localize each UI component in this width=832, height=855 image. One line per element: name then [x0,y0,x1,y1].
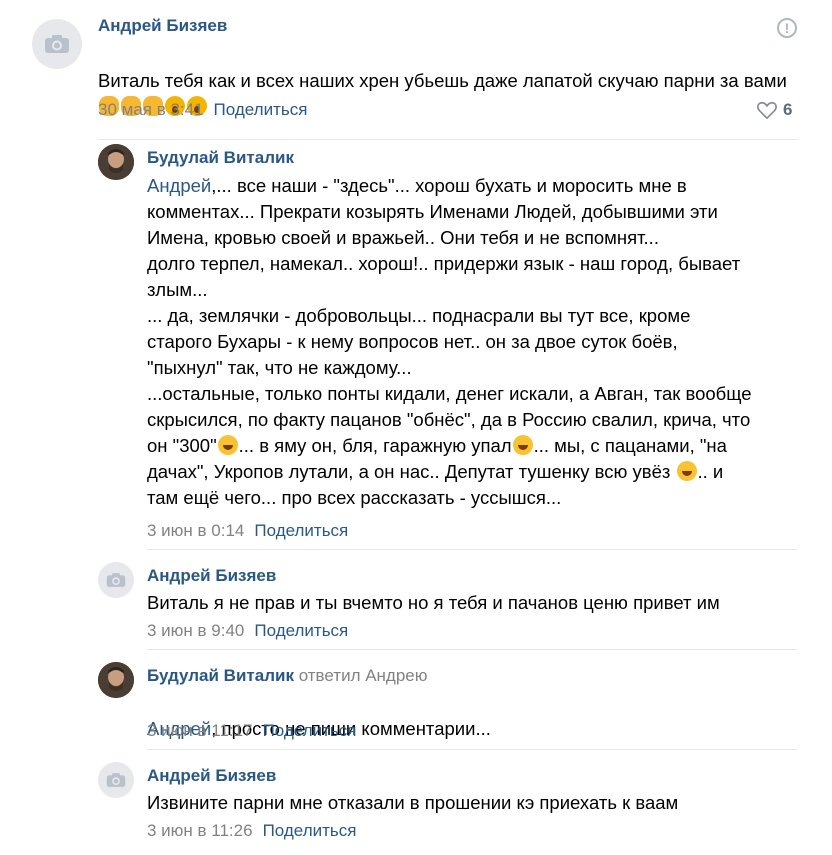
divider [147,749,797,750]
heart-icon [757,101,777,120]
comment-meta: 3 июн в 9:40 Поделиться [147,621,348,641]
share-button[interactable]: Поделиться [263,821,357,840]
camera-icon [45,35,69,53]
comment-text: Андрей,... все наши - "здесь"... хорош б… [147,175,752,508]
reply-to-link[interactable]: ответил Андрею [299,666,428,685]
avatar[interactable] [32,19,82,69]
user-photo-icon [98,144,134,180]
share-button[interactable]: Поделиться [254,521,348,540]
comment-author: Будулай Виталик ответил Андрею [147,666,428,686]
comment-date[interactable]: 30 мая в 3:41 [98,100,204,119]
like-button[interactable]: 6 [757,100,792,120]
comment-meta: 3 июн в 0:14 Поделиться [147,521,348,541]
user-photo-icon [98,662,134,698]
comment-date[interactable]: 3 июн в 0:14 [147,521,244,540]
comment-meta: 3 июн в 11:17 Поделиться [147,721,356,741]
camera-icon [106,573,126,587]
rofl-emoji-icon [676,461,697,481]
camera-icon [106,773,126,787]
share-button[interactable]: Поделиться [263,721,357,740]
divider [147,649,797,650]
comment-author-name[interactable]: Будулай Виталик [147,666,294,685]
like-count: 6 [783,100,793,119]
report-icon[interactable]: ! [777,18,797,38]
comment-meta: 30 мая в 3:41 Поделиться [98,100,307,120]
avatar[interactable] [98,562,134,598]
divider [98,139,798,140]
mention-link[interactable]: Андрей [147,175,211,196]
share-button[interactable]: Поделиться [254,621,348,640]
comment-text: Извините парни мне отказали в прошении к… [147,792,679,813]
avatar[interactable] [98,662,134,698]
comment-text: Виталь я не прав и ты вчемто но я тебя и… [147,592,720,613]
comment-meta: 3 июн в 11:26 Поделиться [147,821,356,841]
comment-author[interactable]: Андрей Бизяев [98,16,227,36]
comment-date[interactable]: 3 июн в 9:40 [147,621,244,640]
comment-author[interactable]: Андрей Бизяев [147,566,276,586]
comment-date[interactable]: 3 июн в 11:17 [147,721,253,740]
share-button[interactable]: Поделиться [214,100,308,119]
divider [147,549,797,550]
rofl-emoji-icon [217,435,238,455]
avatar[interactable] [98,762,134,798]
comment-author[interactable]: Будулай Виталик [147,148,294,168]
avatar[interactable] [98,144,134,180]
rofl-emoji-icon [512,435,533,455]
comment-author[interactable]: Андрей Бизяев [147,766,276,786]
comment-date[interactable]: 3 июн в 11:26 [147,821,253,840]
